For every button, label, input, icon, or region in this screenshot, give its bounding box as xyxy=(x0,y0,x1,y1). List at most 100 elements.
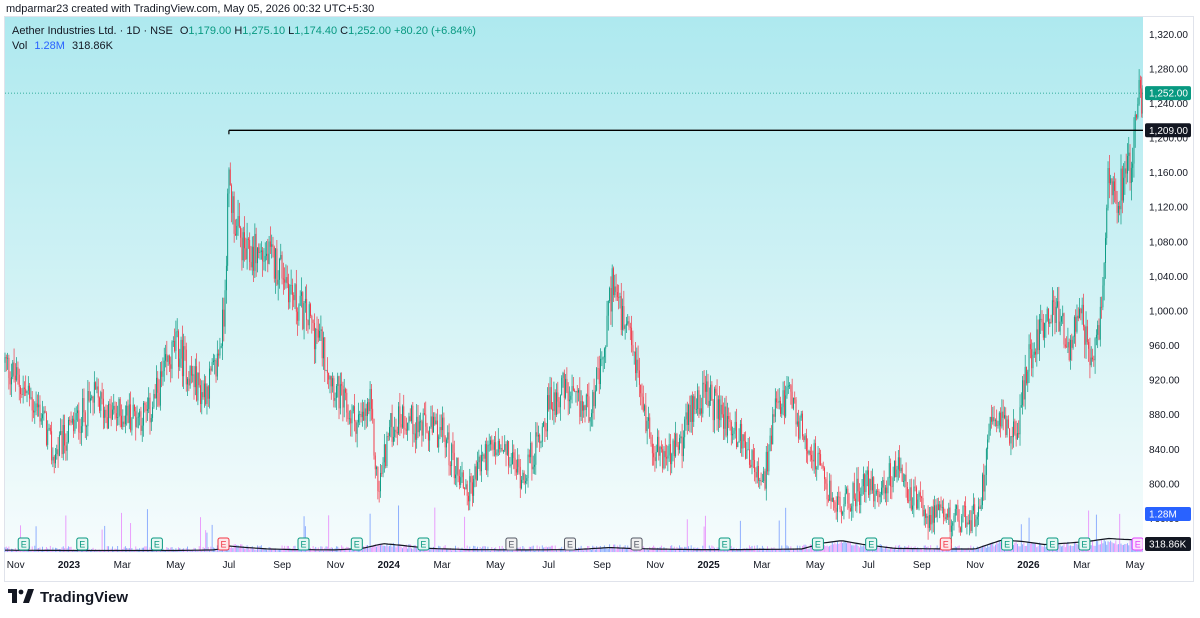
candle-body xyxy=(396,431,398,434)
candle-body xyxy=(780,400,781,414)
candle-body xyxy=(394,429,396,437)
candle-body xyxy=(1032,354,1034,369)
candle-body xyxy=(655,451,657,462)
time-tick-label: Mar xyxy=(1073,560,1091,571)
level-price-tag-label: 1,209.00 xyxy=(1149,126,1188,137)
candle-body xyxy=(768,451,770,472)
volume-bar xyxy=(668,549,670,552)
candle-body xyxy=(1088,342,1090,349)
candle-body xyxy=(961,516,963,532)
candle-body xyxy=(341,384,343,386)
candle-body xyxy=(368,402,370,412)
candle-body xyxy=(117,417,119,418)
candle-body xyxy=(1045,320,1047,323)
volume-bar xyxy=(143,547,144,552)
candle-body xyxy=(487,444,489,471)
volume-bar xyxy=(1123,544,1125,552)
candle-body xyxy=(227,193,229,266)
candle-body xyxy=(767,451,768,472)
candle-body xyxy=(377,467,379,491)
volume-bar xyxy=(993,546,995,552)
candle-body xyxy=(466,484,468,496)
volume-bar xyxy=(526,550,528,552)
candle-body xyxy=(233,196,235,234)
volume-bar xyxy=(1063,542,1065,552)
volume-bar xyxy=(456,550,458,552)
candle-body xyxy=(857,478,859,492)
candle-body xyxy=(438,436,440,448)
candle-body xyxy=(373,418,375,456)
candle-body xyxy=(346,392,348,413)
candle-body xyxy=(1072,336,1074,348)
candle-body xyxy=(223,309,225,327)
candle-body xyxy=(53,456,55,464)
candle-body xyxy=(122,421,124,427)
volume-bar xyxy=(197,550,199,552)
volume-bar xyxy=(980,547,982,552)
candle-body xyxy=(502,450,504,452)
candle-body xyxy=(913,486,915,506)
volume-bar xyxy=(593,546,595,552)
earnings-marker-12: E xyxy=(811,537,824,551)
candle-body xyxy=(165,354,166,361)
candle-body xyxy=(174,340,176,351)
volume-bar xyxy=(1026,545,1027,552)
candle-body xyxy=(1067,342,1069,348)
volume-bar xyxy=(240,544,242,552)
candle-body xyxy=(413,433,415,435)
volume-bar xyxy=(969,550,970,552)
candle-body xyxy=(934,505,936,523)
candle-body xyxy=(4,357,6,363)
price-chart[interactable]: E E E E E E E E E E E E E E E E E E 1,320.00 1,280.00 1,240… xyxy=(0,0,1200,618)
candle-body xyxy=(1042,322,1044,338)
candle-body xyxy=(526,478,528,482)
volume-bar xyxy=(198,546,200,552)
candle-body xyxy=(449,465,451,467)
candle-body xyxy=(710,384,712,401)
candle-body xyxy=(859,491,860,506)
volume-bar xyxy=(842,543,844,552)
volume-bar xyxy=(1116,544,1118,552)
volume-bar xyxy=(1060,546,1062,552)
volume-bar xyxy=(294,545,296,552)
candle-body xyxy=(97,386,99,398)
candle-body xyxy=(49,427,51,432)
candle-body xyxy=(1111,178,1113,196)
candle-body xyxy=(1046,308,1048,321)
candle-body xyxy=(512,452,513,465)
candle-body xyxy=(653,453,655,458)
candle-body xyxy=(829,480,831,501)
volume-bar xyxy=(534,550,535,552)
candle-body xyxy=(17,367,19,375)
candle-body xyxy=(196,366,198,401)
candle-body xyxy=(541,426,543,442)
price-tick-label: 920.00 xyxy=(1149,376,1180,387)
candle-body xyxy=(808,450,810,454)
candle-body xyxy=(298,305,300,321)
candle-body xyxy=(284,279,286,283)
tradingview-brand[interactable]: TradingView xyxy=(8,586,128,608)
candle-body xyxy=(557,392,559,402)
candle-body xyxy=(886,487,888,494)
volume-bar xyxy=(905,546,907,552)
candle-body xyxy=(479,456,481,472)
candle-body xyxy=(623,306,625,329)
volume-bar xyxy=(1062,545,1064,552)
candle-body xyxy=(601,358,603,360)
candle-body xyxy=(433,416,434,433)
volume-bar xyxy=(837,541,838,552)
candle-body xyxy=(1105,238,1106,263)
candle-body xyxy=(1099,306,1101,340)
volume-bar xyxy=(860,545,862,552)
volume-bar xyxy=(613,544,614,552)
candle-body xyxy=(967,522,969,525)
time-tick-label: Nov xyxy=(646,560,664,571)
candle-body xyxy=(460,477,462,485)
candle-body xyxy=(712,400,714,421)
candle-body xyxy=(88,390,90,401)
candle-body xyxy=(636,359,638,374)
volume-bar xyxy=(124,546,126,552)
candle-body xyxy=(671,453,673,465)
volume-bar xyxy=(386,544,388,552)
candle-body xyxy=(821,465,823,466)
